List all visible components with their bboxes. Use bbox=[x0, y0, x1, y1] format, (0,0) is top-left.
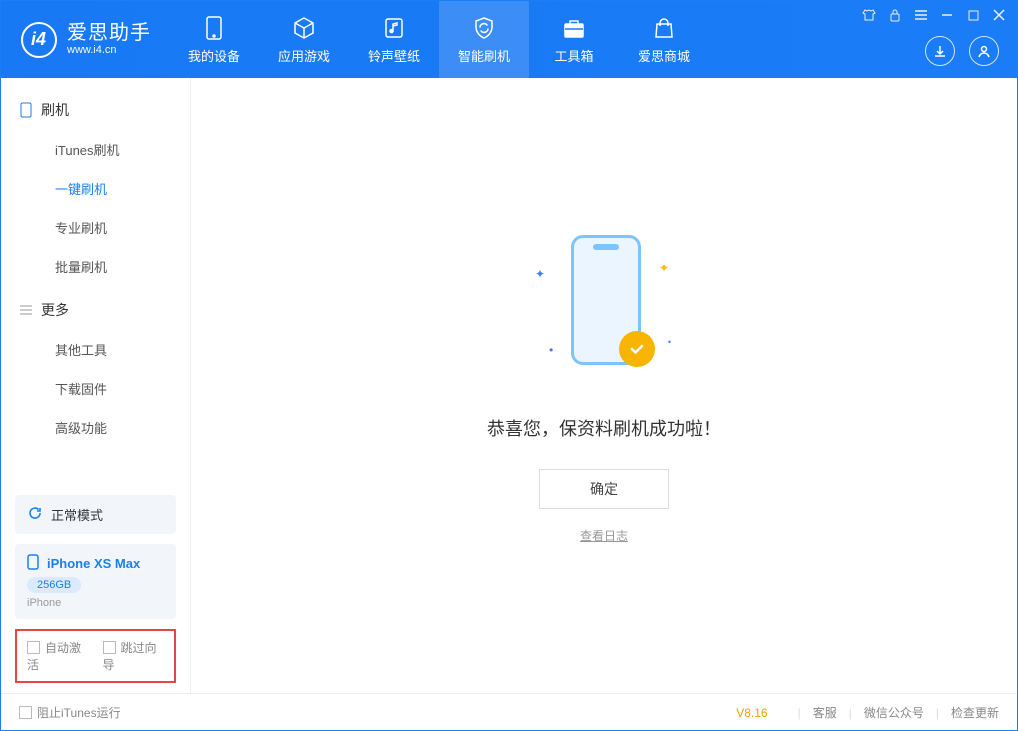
sidebar-item-itunes-flash[interactable]: iTunes刷机 bbox=[1, 130, 190, 169]
cube-icon bbox=[291, 15, 317, 41]
nav-label: 爱思商城 bbox=[638, 46, 690, 65]
version-label: V8.16 bbox=[736, 706, 767, 720]
toolbox-icon bbox=[561, 15, 587, 41]
sidebar-section-flash: 刷机 bbox=[1, 92, 190, 130]
refresh-icon bbox=[27, 505, 43, 524]
sparkle-icon: • bbox=[549, 343, 553, 357]
phone-small-icon bbox=[27, 554, 39, 573]
header-right-icons bbox=[925, 36, 999, 66]
sidebar-section-more: 更多 bbox=[1, 292, 190, 330]
tab-my-device[interactable]: 我的设备 bbox=[169, 1, 259, 78]
logo-icon: i4 bbox=[21, 22, 57, 58]
block-itunes-checkbox[interactable]: 阻止iTunes运行 bbox=[19, 704, 121, 721]
music-icon bbox=[381, 15, 407, 41]
content-pane: ✦ • ✦ • 恭喜您，保资料刷机成功啦！ 确定 查看日志 bbox=[191, 78, 1017, 693]
sidebar-item-batch-flash[interactable]: 批量刷机 bbox=[1, 247, 190, 286]
check-badge-icon bbox=[619, 331, 655, 367]
nav-label: 智能刷机 bbox=[458, 46, 510, 65]
success-message: 恭喜您，保资料刷机成功啦！ bbox=[487, 415, 721, 441]
window-controls bbox=[861, 7, 1007, 23]
device-icon bbox=[19, 103, 33, 117]
footer-link-wechat[interactable]: 微信公众号 bbox=[864, 704, 924, 721]
brand-name: 爱思助手 bbox=[67, 22, 151, 44]
nav-label: 我的设备 bbox=[188, 46, 240, 65]
sparkle-icon: ✦ bbox=[659, 261, 669, 275]
brand-domain: www.i4.cn bbox=[67, 44, 151, 56]
title-bar: i4 爱思助手 www.i4.cn 我的设备 应用游戏 铃声壁纸 智能刷机 bbox=[1, 1, 1017, 78]
bag-icon bbox=[651, 15, 677, 41]
sparkle-icon: ✦ bbox=[535, 267, 545, 281]
tab-flash[interactable]: 智能刷机 bbox=[439, 1, 529, 78]
auto-activate-checkbox[interactable]: 自动激活 bbox=[27, 639, 89, 673]
ok-button[interactable]: 确定 bbox=[539, 469, 669, 509]
mode-card[interactable]: 正常模式 bbox=[15, 495, 176, 534]
minimize-icon[interactable] bbox=[939, 7, 955, 23]
device-card[interactable]: iPhone XS Max 256GB iPhone bbox=[15, 544, 176, 619]
app-window: i4 爱思助手 www.i4.cn 我的设备 应用游戏 铃声壁纸 智能刷机 bbox=[0, 0, 1018, 731]
device-block: 正常模式 iPhone XS Max 256GB iPhone 自动激活 跳过向… bbox=[1, 495, 190, 693]
tab-store[interactable]: 爱思商城 bbox=[619, 1, 709, 78]
device-type: iPhone bbox=[27, 597, 61, 609]
footer-link-check-update[interactable]: 检查更新 bbox=[951, 704, 999, 721]
footer-link-support[interactable]: 客服 bbox=[813, 704, 837, 721]
nav-label: 应用游戏 bbox=[278, 46, 330, 65]
sidebar-item-other-tools[interactable]: 其他工具 bbox=[1, 330, 190, 369]
skip-setup-checkbox[interactable]: 跳过向导 bbox=[103, 639, 165, 673]
section-title: 更多 bbox=[41, 300, 69, 320]
list-icon bbox=[19, 303, 33, 317]
mode-label: 正常模式 bbox=[51, 505, 103, 524]
maximize-icon[interactable] bbox=[965, 7, 981, 23]
menu-icon[interactable] bbox=[913, 7, 929, 23]
close-icon[interactable] bbox=[991, 7, 1007, 23]
user-icon[interactable] bbox=[969, 36, 999, 66]
phone-icon bbox=[201, 15, 227, 41]
capacity-badge: 256GB bbox=[27, 577, 81, 593]
shirt-icon[interactable] bbox=[861, 7, 877, 23]
lock-icon[interactable] bbox=[887, 7, 903, 23]
sidebar: 刷机 iTunes刷机 一键刷机 专业刷机 批量刷机 更多 其他工具 下载固件 … bbox=[1, 78, 191, 693]
status-bar: 阻止iTunes运行 V8.16 | 客服 | 微信公众号 | 检查更新 bbox=[1, 693, 1017, 731]
download-icon[interactable] bbox=[925, 36, 955, 66]
section-title: 刷机 bbox=[41, 100, 69, 120]
nav-label: 工具箱 bbox=[554, 46, 593, 65]
success-illustration: ✦ • ✦ • bbox=[539, 227, 669, 387]
tab-apps[interactable]: 应用游戏 bbox=[259, 1, 349, 78]
options-highlight-box: 自动激活 跳过向导 bbox=[15, 629, 176, 683]
tab-ringtones[interactable]: 铃声壁纸 bbox=[349, 1, 439, 78]
view-log-link[interactable]: 查看日志 bbox=[580, 527, 628, 544]
device-name: iPhone XS Max bbox=[47, 556, 140, 571]
nav-tabs: 我的设备 应用游戏 铃声壁纸 智能刷机 工具箱 爱思商城 bbox=[169, 1, 709, 78]
shield-refresh-icon bbox=[471, 15, 497, 41]
sidebar-item-download-firmware[interactable]: 下载固件 bbox=[1, 369, 190, 408]
sidebar-item-pro-flash[interactable]: 专业刷机 bbox=[1, 208, 190, 247]
sidebar-item-advanced[interactable]: 高级功能 bbox=[1, 408, 190, 447]
nav-label: 铃声壁纸 bbox=[368, 46, 420, 65]
sidebar-item-oneclick-flash[interactable]: 一键刷机 bbox=[1, 169, 190, 208]
logo-block: i4 爱思助手 www.i4.cn bbox=[1, 22, 169, 58]
tab-toolbox[interactable]: 工具箱 bbox=[529, 1, 619, 78]
main-area: 刷机 iTunes刷机 一键刷机 专业刷机 批量刷机 更多 其他工具 下载固件 … bbox=[1, 78, 1017, 693]
sparkle-icon: • bbox=[668, 337, 671, 347]
